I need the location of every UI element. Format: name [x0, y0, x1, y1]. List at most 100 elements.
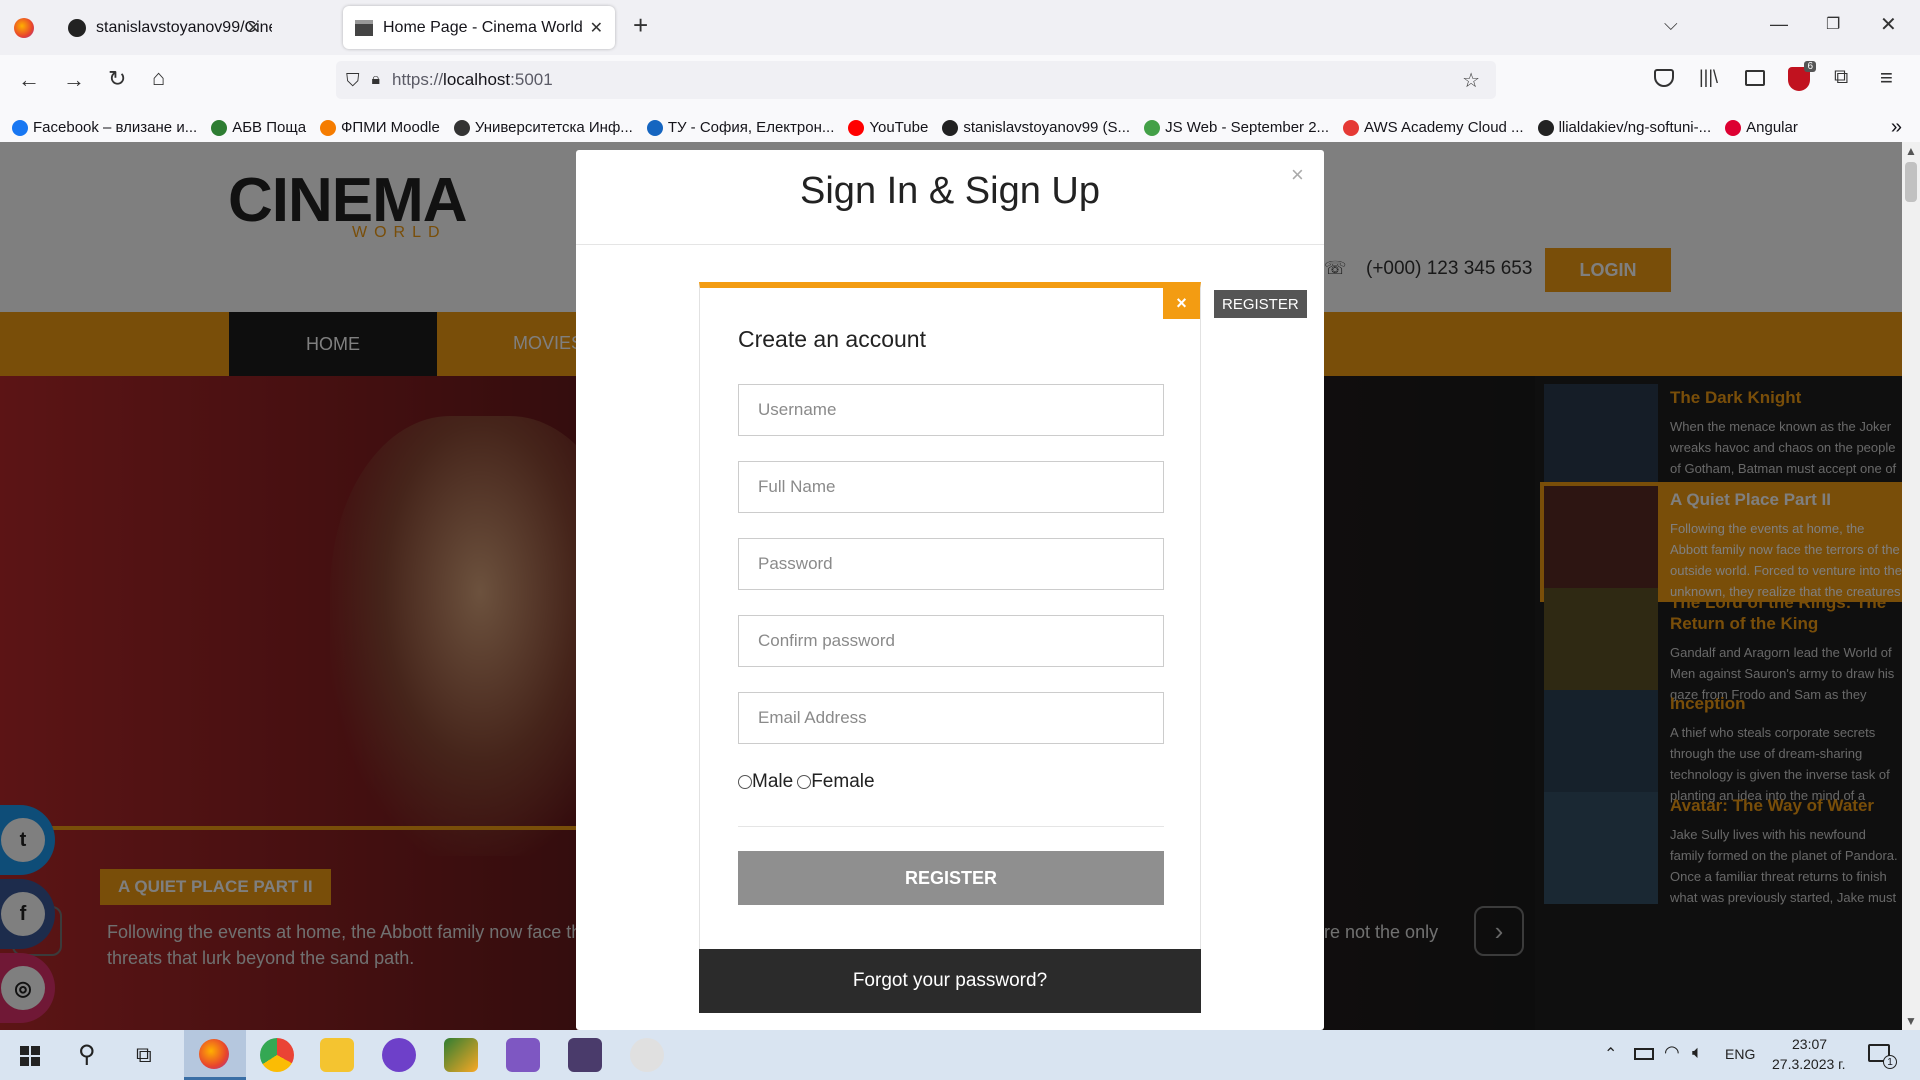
sidebar-icon[interactable] [1745, 70, 1765, 86]
minimize-button[interactable]: — [1770, 14, 1788, 35]
female-radio[interactable] [797, 775, 812, 789]
visual-studio-icon[interactable] [506, 1038, 540, 1072]
bookmark-label: ФПМИ Moodle [341, 119, 440, 136]
ublock-extension-icon[interactable]: 6 [1788, 61, 1816, 91]
bookmark-favicon-icon [320, 119, 337, 136]
register-button[interactable]: REGISTER [738, 851, 1164, 905]
network-icon[interactable]: ◠ [1664, 1042, 1680, 1063]
card-close-button[interactable]: × [1163, 287, 1200, 319]
volume-icon[interactable]: 🔈︎ [1692, 1042, 1703, 1063]
username-input[interactable]: Username [738, 384, 1164, 436]
bookmark-label: llialdakiev/ng-softuni-... [1558, 119, 1712, 136]
bookmark-item[interactable]: stanislavstoyanov99 (S... [942, 119, 1130, 136]
clock-time[interactable]: 23:07 [1792, 1036, 1827, 1052]
chrome-icon[interactable] [260, 1038, 294, 1072]
pocket-icon[interactable] [1654, 69, 1674, 87]
bookmark-item[interactable]: AWS Academy Cloud ... [1343, 119, 1524, 136]
bookmark-favicon-icon [848, 119, 865, 136]
bookmark-favicon-icon [12, 119, 28, 136]
close-tab-icon[interactable]: ✕ [247, 18, 260, 38]
github-icon [68, 18, 86, 37]
url-scheme: https:// [392, 70, 444, 89]
reload-icon[interactable]: ↻ [108, 66, 126, 92]
bookmark-label: JS Web - September 2... [1165, 119, 1330, 136]
bookmark-item[interactable]: Angular [1725, 119, 1798, 136]
windows-taskbar: ⚲ ⧉ ⌃ ◠ 🔈︎ ENG 23:07 27.3.2023 г. 1 [0, 1030, 1920, 1080]
bookmark-item[interactable]: llialdakiev/ng-softuni-... [1537, 119, 1712, 136]
bookmark-star-icon[interactable]: ☆ [1462, 68, 1480, 93]
register-tooltip[interactable]: REGISTER [1214, 290, 1307, 318]
firefox-view-icon[interactable] [14, 18, 34, 38]
app-icon[interactable] [444, 1038, 478, 1072]
home-icon[interactable]: ⌂ [152, 65, 165, 91]
modal-title: Sign In & Sign Up [800, 170, 1100, 212]
bookmarks-toolbar: Facebook – влизане и... АБВ Поща ФПМИ Mood… [0, 111, 1920, 145]
restore-button[interactable]: ❐ [1826, 14, 1840, 34]
notification-count: 1 [1883, 1055, 1897, 1069]
scroll-thumb[interactable] [1905, 162, 1917, 202]
extensions-icon[interactable]: ⧉ [1834, 66, 1848, 89]
female-label[interactable]: Female [811, 771, 874, 793]
browser-navigation-bar: ← → ↻ ⌂ ⛉ 🔒︎ https://localhost:5001 ☆ ||… [0, 55, 1920, 111]
extension-badge: 6 [1804, 61, 1816, 72]
bookmark-item[interactable]: Facebook – влизане и... [12, 119, 197, 136]
close-window-button[interactable]: ✕ [1880, 12, 1897, 37]
clapperboard-icon [355, 19, 373, 36]
list-tabs-icon[interactable]: ⌵ [1664, 14, 1678, 35]
page-scrollbar[interactable]: ▲ ▼ [1902, 142, 1920, 1030]
show-hidden-icons[interactable]: ⌃ [1604, 1044, 1617, 1064]
new-tab-button[interactable]: + [633, 10, 648, 41]
firefox-taskbar-icon[interactable] [184, 1030, 246, 1080]
bookmark-favicon-icon [942, 119, 959, 136]
forward-icon[interactable]: → [63, 67, 85, 93]
male-radio[interactable] [738, 775, 752, 789]
confirm-password-input[interactable]: Confirm password [738, 615, 1164, 667]
clock-date[interactable]: 27.3.2023 г. [1772, 1056, 1845, 1072]
bookmark-item[interactable]: Университетска Инф... [453, 119, 633, 136]
terminal-icon[interactable] [568, 1038, 602, 1072]
bookmark-label: stanislavstoyanov99 (S... [963, 119, 1131, 136]
url-bar[interactable]: ⛉ 🔒︎ https://localhost:5001 ☆ [336, 61, 1496, 99]
paint-icon[interactable] [630, 1038, 664, 1072]
bookmark-item[interactable]: АБВ Поща [211, 119, 306, 136]
bookmark-label: Angular [1746, 119, 1798, 136]
bookmark-label: АБВ Поща [232, 119, 307, 136]
gender-group: Male Female [738, 771, 875, 793]
battery-icon[interactable] [1634, 1048, 1654, 1060]
bookmark-label: Facebook – влизане и... [33, 119, 198, 136]
back-icon[interactable]: ← [18, 67, 40, 93]
email-input[interactable]: Email Address [738, 692, 1164, 744]
bookmark-item[interactable]: ТУ - София, Електрон... [646, 119, 834, 136]
modal-close-icon[interactable]: × [1291, 162, 1304, 188]
tab-github[interactable]: stanislavstoyanov99/CinemaWo ✕ [56, 6, 272, 49]
bookmark-item[interactable]: YouTube [848, 119, 928, 136]
bookmark-favicon-icon [211, 119, 228, 136]
male-label[interactable]: Male [752, 771, 793, 793]
shield-icon[interactable]: ⛉ [346, 70, 360, 91]
tab-label: stanislavstoyanov99/CinemaWo [96, 18, 272, 36]
library-icon[interactable]: |||\ [1699, 67, 1718, 88]
password-input[interactable]: Password [738, 538, 1164, 590]
search-icon[interactable]: ⚲ [78, 1040, 96, 1069]
language-indicator[interactable]: ENG [1725, 1046, 1755, 1062]
lock-icon[interactable]: 🔒︎ [372, 71, 381, 89]
tab-home-page[interactable]: Home Page - Cinema World ✕ [343, 6, 615, 49]
github-desktop-icon[interactable] [382, 1038, 416, 1072]
task-view-icon[interactable]: ⧉ [136, 1042, 152, 1068]
browser-tab-bar: stanislavstoyanov99/CinemaWo ✕ Home Page… [0, 0, 1920, 55]
menu-icon[interactable]: ≡ [1880, 65, 1893, 91]
notification-icon[interactable]: 1 [1868, 1044, 1897, 1069]
windows-start-icon[interactable] [20, 1046, 40, 1066]
scroll-down-icon[interactable]: ▼ [1902, 1014, 1920, 1028]
create-account-heading: Create an account [738, 326, 926, 352]
close-tab-icon[interactable]: ✕ [590, 18, 603, 38]
forgot-password-link[interactable]: Forgot your password? [699, 949, 1201, 1013]
full-name-input[interactable]: Full Name [738, 461, 1164, 513]
bookmark-favicon-icon [1343, 119, 1360, 136]
file-explorer-icon[interactable] [320, 1038, 354, 1072]
scroll-up-icon[interactable]: ▲ [1902, 144, 1920, 158]
bookmark-item[interactable]: ФПМИ Moodle [320, 119, 440, 136]
bookmarks-overflow-icon[interactable]: » [1891, 116, 1902, 139]
url-text[interactable]: https://localhost:5001 [392, 70, 553, 90]
bookmark-item[interactable]: JS Web - September 2... [1144, 119, 1329, 136]
